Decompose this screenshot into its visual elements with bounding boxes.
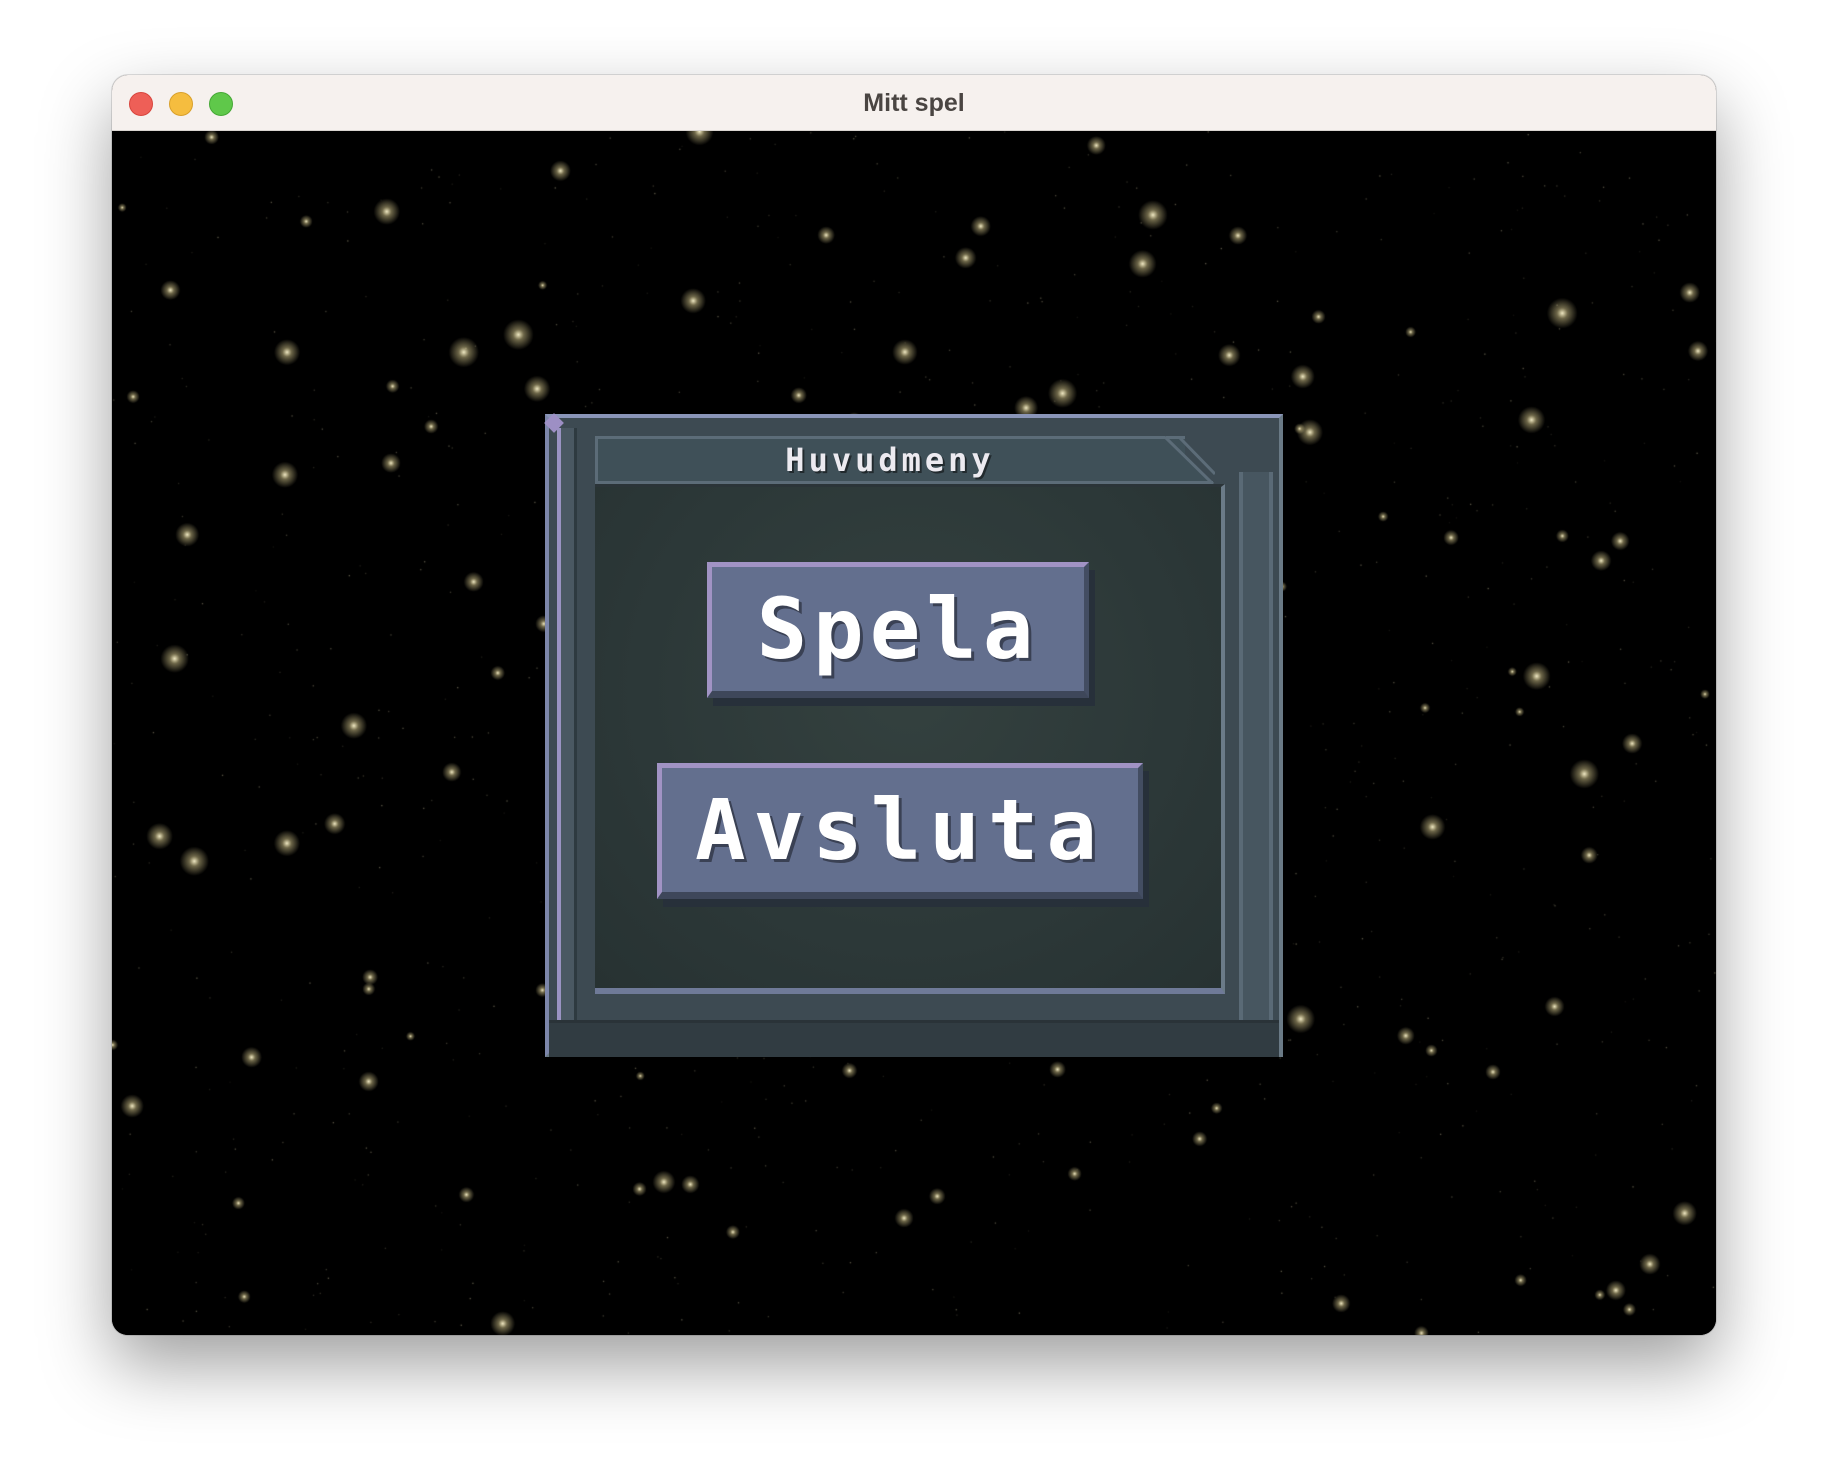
play-button-label: Spela: [756, 580, 1040, 678]
game-window: Mitt spel Huvudmeny Spela Avsluta: [112, 75, 1716, 1335]
panel-left-rail: [557, 428, 577, 1023]
panel-bottom-edge: [549, 1020, 1279, 1057]
main-menu-panel: Huvudmeny Spela Avsluta: [544, 413, 1283, 1057]
play-button[interactable]: Spela: [707, 562, 1089, 698]
quit-button[interactable]: Avsluta: [657, 763, 1143, 899]
menu-title: Huvudmeny: [785, 441, 995, 479]
panel-right-rail: [1239, 472, 1273, 1023]
panel-content-area: [595, 484, 1225, 994]
title-bar[interactable]: Mitt spel: [112, 75, 1716, 131]
game-viewport: Huvudmeny Spela Avsluta: [112, 131, 1716, 1335]
quit-button-label: Avsluta: [694, 781, 1105, 879]
window-title: Mitt spel: [863, 89, 965, 117]
